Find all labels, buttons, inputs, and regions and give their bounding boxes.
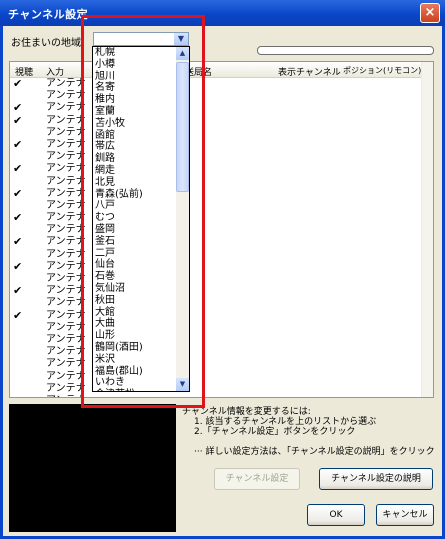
row-input: アンテナ — [46, 346, 86, 358]
row-input: アンテナ — [46, 151, 86, 163]
table-row[interactable]: ✔ アンテナ — [10, 163, 430, 175]
view-check-icon[interactable]: ✔ — [13, 163, 22, 175]
table-row[interactable]: アンテナ — [10, 322, 430, 334]
table-row[interactable]: ✔ アンテナ — [10, 285, 430, 297]
table-row[interactable]: アンテナ — [10, 176, 430, 188]
row-input: アンテナ — [46, 285, 86, 297]
view-check-icon[interactable]: ✔ — [13, 187, 22, 200]
view-check-icon[interactable]: ✔ — [13, 78, 22, 90]
table-row[interactable]: ✔ アンテナ — [10, 260, 430, 273]
row-input: アンテナ — [46, 90, 86, 102]
ok-button[interactable]: OK — [307, 504, 365, 526]
row-input: アンテナ — [46, 248, 86, 260]
table-row[interactable]: ✔ アンテナ — [10, 102, 430, 114]
row-input: アンテナ — [46, 126, 86, 138]
close-button[interactable]: × — [420, 3, 440, 23]
header-channel[interactable]: 表示チャンネル — [278, 65, 341, 78]
list-rows: ✔ アンテナ アンテナ ✔ アンテナ ✔ アンテナ アンテナ ✔ アンテナ アンテナ ✔ アンテナ アンテ… — [10, 78, 430, 398]
row-input: アンテナ — [46, 358, 86, 370]
channel-help-button[interactable]: チャンネル設定の説明 — [319, 468, 433, 490]
table-row[interactable]: ✔ アンテナ — [10, 236, 430, 248]
view-check-icon[interactable]: ✔ — [13, 102, 22, 114]
highlight-frame — [81, 15, 205, 408]
row-input: アンテナ — [46, 175, 86, 187]
row-input: アンテナ — [46, 224, 86, 236]
row-input: アンテナ — [46, 199, 86, 211]
row-input: アンテナ — [46, 370, 86, 382]
table-row[interactable]: アンテナ — [10, 358, 430, 370]
row-input: アンテナ — [46, 260, 86, 272]
table-row[interactable]: アンテナ — [10, 334, 430, 346]
row-input: アンテナ — [46, 236, 86, 248]
table-row[interactable]: アンテナ — [10, 383, 430, 395]
row-input: アンテナ — [46, 163, 86, 175]
view-check-icon[interactable]: ✔ — [13, 212, 22, 224]
channel-list[interactable]: 視聴 入力 送局名 表示チャンネル ポジション(リモコン) ✔ アンテナ アンテナ ✔… — [9, 61, 434, 398]
row-input: アンテナ — [46, 114, 86, 126]
view-check-icon[interactable]: ✔ — [13, 138, 22, 151]
table-row[interactable]: アンテナ — [10, 297, 430, 309]
progress-bar — [257, 46, 434, 55]
view-check-icon[interactable]: ✔ — [13, 114, 22, 127]
row-input: アンテナ — [46, 138, 86, 150]
cancel-button[interactable]: キャンセル — [376, 504, 434, 526]
list-header: 視聴 入力 送局名 表示チャンネル ポジション(リモコン) — [10, 62, 422, 78]
row-input: アンテナ — [46, 212, 86, 224]
area-label: お住まいの地域 — [11, 38, 81, 49]
table-row[interactable]: アンテナ — [10, 395, 430, 397]
row-input: アンテナ — [46, 187, 86, 199]
table-row[interactable]: ✔ アンテナ — [10, 309, 430, 322]
table-row[interactable]: ✔ アンテナ — [10, 78, 430, 90]
table-row[interactable]: アンテナ — [10, 90, 430, 102]
table-row[interactable]: ✔ アンテナ — [10, 114, 430, 127]
header-input[interactable]: 入力 — [46, 65, 64, 78]
table-row[interactable]: アンテナ — [10, 200, 430, 212]
row-input: アンテナ — [46, 395, 86, 397]
table-row[interactable]: ✔ アンテナ — [10, 187, 430, 200]
row-input: アンテナ — [46, 273, 86, 284]
view-check-icon[interactable]: ✔ — [13, 285, 22, 297]
list-scrollbar[interactable] — [421, 62, 433, 397]
table-row[interactable]: アンテナ — [10, 151, 430, 163]
info-detail: ··· 詳しい設定方法は、「チャンネル設定の説明」をクリック — [194, 447, 435, 457]
table-row[interactable]: アンテナ — [10, 224, 430, 236]
row-input: アンテナ — [46, 309, 86, 321]
row-input: アンテナ — [46, 102, 86, 114]
table-row[interactable]: アンテナ — [10, 371, 430, 383]
row-input: アンテナ — [46, 297, 86, 309]
table-row[interactable]: アンテナ — [10, 249, 430, 261]
view-check-icon[interactable]: ✔ — [13, 236, 22, 248]
table-row[interactable]: ✔ アンテナ — [10, 212, 430, 224]
header-position[interactable]: ポジション(リモコン) — [343, 65, 421, 76]
view-check-icon[interactable]: ✔ — [13, 309, 22, 322]
table-row[interactable]: ✔ アンテナ — [10, 138, 430, 151]
channel-setting-button[interactable]: チャンネル設定 — [214, 468, 300, 490]
tv-preview — [9, 404, 176, 532]
table-row[interactable]: アンテナ — [10, 346, 430, 358]
table-row[interactable]: アンテナ — [10, 273, 430, 285]
row-input: アンテナ — [46, 321, 86, 333]
window-title: チャンネル設定 — [8, 8, 89, 21]
info-step-2: 2.「チャンネル設定」ボタンをクリック — [194, 427, 356, 437]
table-row[interactable]: アンテナ — [10, 127, 430, 139]
title-bar[interactable]: チャンネル設定 × — [0, 0, 445, 26]
view-check-icon[interactable]: ✔ — [13, 260, 22, 273]
row-input: アンテナ — [46, 382, 86, 394]
row-input: アンテナ — [46, 78, 86, 89]
row-input: アンテナ — [46, 333, 86, 345]
